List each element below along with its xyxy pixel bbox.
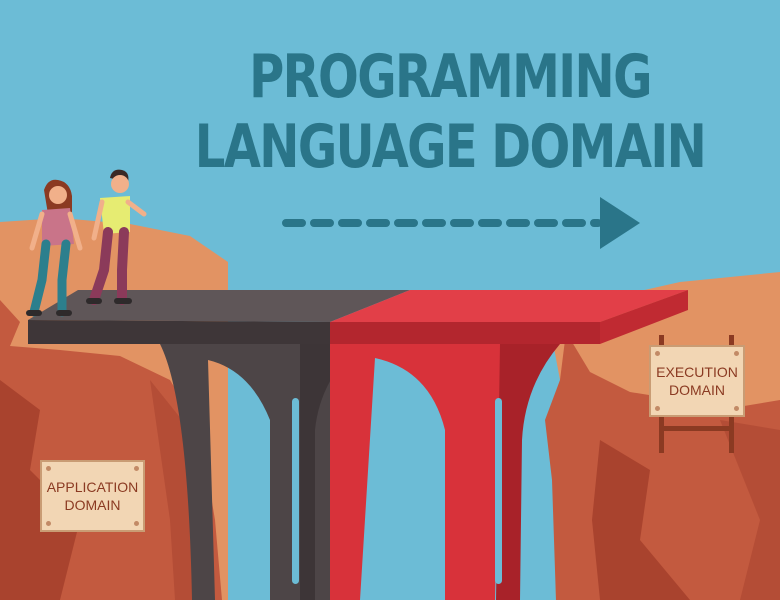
nail-icon (134, 521, 139, 526)
nail-icon (134, 466, 139, 471)
page-title: PROGRAMMING LANGUAGE DOMAIN (194, 42, 707, 182)
nail-icon (46, 521, 51, 526)
nail-icon (46, 466, 51, 471)
execution-sign-line-2: DOMAIN (669, 382, 725, 398)
application-sign-line-1: APPLICATION (46, 479, 139, 495)
application-sign-line-2: DOMAIN (64, 497, 121, 513)
nail-icon (655, 351, 660, 356)
title-line-1: PROGRAMMING (249, 42, 652, 112)
application-domain-sign: APPLICATION DOMAIN (40, 460, 145, 532)
execution-domain-sign: EXECUTION DOMAIN (649, 345, 745, 417)
execution-sign-line-1: EXECUTION (656, 364, 738, 380)
nail-icon (734, 351, 739, 356)
nail-icon (655, 406, 660, 411)
title-line-2: LANGUAGE DOMAIN (194, 112, 707, 182)
illustration-scene: PROGRAMMING LANGUAGE DOMAIN APPLICATION … (0, 0, 780, 600)
nail-icon (734, 406, 739, 411)
